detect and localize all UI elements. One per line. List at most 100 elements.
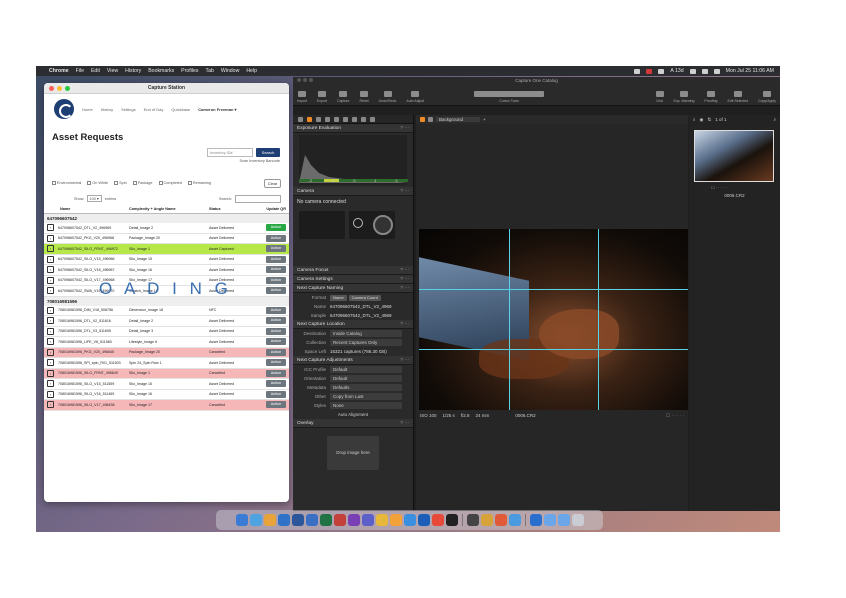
help-icon[interactable]: ? ⋯ xyxy=(400,320,409,328)
add-icon[interactable]: + xyxy=(483,117,486,122)
table-search-input[interactable] xyxy=(235,194,281,203)
visibility-icon[interactable]: ◉ xyxy=(700,117,704,123)
chrome-icon[interactable] xyxy=(494,514,507,526)
thumbnail-rating[interactable]: ☐ · · · · · xyxy=(711,185,727,190)
table-row[interactable]: › 708016981596_SILO_V16_511469 Silo_Image … xyxy=(44,390,289,400)
user-menu[interactable]: Cameron Freeman ▾ xyxy=(198,107,236,112)
column-name[interactable]: Name xyxy=(47,207,129,211)
camera-header[interactable]: Camera ? ⋯ xyxy=(293,187,413,196)
search-button[interactable]: Search xyxy=(256,148,280,157)
nav-end-of-day[interactable]: End of Day xyxy=(144,107,164,112)
camera-focus-header[interactable]: Camera Focus ? ⋯ xyxy=(293,266,413,275)
exposure-tab-icon[interactable] xyxy=(334,116,339,122)
downloads-icon[interactable] xyxy=(529,514,542,526)
action-button[interactable]: Action xyxy=(266,255,286,263)
color-tab-icon[interactable] xyxy=(325,116,330,122)
onenote-icon[interactable] xyxy=(347,514,360,526)
action-button[interactable]: Action xyxy=(266,234,286,242)
menu-view[interactable]: View xyxy=(107,68,118,74)
auto-adjust-button[interactable]: Auto Adjust xyxy=(406,91,424,103)
undo-redo-button[interactable]: Undo/Redo xyxy=(379,91,396,103)
nav-history[interactable]: History xyxy=(101,107,113,112)
help-icon[interactable]: ? ⋯ xyxy=(400,356,409,364)
clear-button[interactable]: Clear xyxy=(264,178,281,188)
collection-select[interactable]: Recent Captures Only xyxy=(330,339,402,346)
menu-app-name[interactable]: Chrome xyxy=(49,68,69,74)
table-row[interactable]: › 708016981596_SILO_V15_511559 Silo_Image … xyxy=(44,379,289,390)
other-select[interactable]: Copy from Last xyxy=(330,393,402,400)
word-icon[interactable] xyxy=(291,514,304,526)
token-camera-count[interactable]: Camera Count xyxy=(348,294,381,301)
token-name[interactable]: Name xyxy=(330,294,347,301)
expand-icon[interactable]: › xyxy=(47,224,54,232)
menu-history[interactable]: History xyxy=(125,68,141,74)
exposure-warning-button[interactable]: Exp. Warning xyxy=(674,91,694,103)
app-icon[interactable] xyxy=(403,514,416,526)
filter-package[interactable]: Package xyxy=(132,181,153,185)
checkbox[interactable] xyxy=(87,181,92,185)
minimize-icon[interactable] xyxy=(303,78,307,82)
action-button[interactable]: Action xyxy=(266,390,286,398)
expand-icon[interactable]: › xyxy=(47,317,54,325)
finder-icon[interactable] xyxy=(235,514,248,526)
table-row[interactable]: › 708016981596_SILO_V17_496438 Silo_Image … xyxy=(44,400,289,411)
nav-quickbase[interactable]: Quickbase xyxy=(171,107,190,112)
table-row[interactable]: › 708016981596_DTL_V2_511616 Detail_Image … xyxy=(44,316,289,327)
menu-tab[interactable]: Tab xyxy=(205,68,213,74)
table-row[interactable]: › 647096607542_SILO_V15_496966 Silo_Image … xyxy=(44,255,289,265)
background-select[interactable]: Background xyxy=(436,117,480,122)
search-icon[interactable]: ⌕ xyxy=(693,117,696,122)
table-row[interactable]: › 708016981596_SPI_spin_R01_511503 Spin 24… xyxy=(44,358,289,369)
metadata-select[interactable]: Defaults xyxy=(330,384,402,391)
details-tab-icon[interactable] xyxy=(343,116,348,122)
control-center-icon[interactable] xyxy=(713,68,720,74)
expand-icon[interactable]: › xyxy=(47,338,54,346)
table-row[interactable]: › 708016981596_PKG_V20_496645 Package_Imag… xyxy=(44,347,289,358)
table-row[interactable]: › 647096607542_PKG_V20_496968 Package_Imag… xyxy=(44,234,289,244)
help-icon[interactable]: ? ⋯ xyxy=(400,284,409,292)
table-row[interactable]: › 647096607542_SILO_FRNT_496972 Silo_Image… xyxy=(44,244,289,255)
overlay-header[interactable]: Overlay ? ⋯ xyxy=(293,419,413,428)
action-button[interactable]: Action xyxy=(266,306,286,314)
folder-icon[interactable] xyxy=(543,514,556,526)
capture-one-icon[interactable] xyxy=(466,514,479,526)
status-icon[interactable] xyxy=(634,68,641,74)
entries-select[interactable]: 100 ▾ xyxy=(86,195,102,202)
edit-selected-button[interactable]: Edit Selected xyxy=(727,91,748,103)
status-icon[interactable] xyxy=(658,68,665,74)
destination-select[interactable]: Inside Catalog xyxy=(330,330,402,337)
table-row[interactable]: › 708016981596_DIM_V18_508756 Dimension_Im… xyxy=(44,306,289,316)
help-icon[interactable]: ? ⋯ xyxy=(400,419,409,427)
checkbox[interactable] xyxy=(52,181,56,185)
menu-window[interactable]: Window xyxy=(221,68,239,74)
disk-status[interactable]: A 13d xyxy=(670,68,683,74)
copy-apply-button[interactable]: Copy/Apply xyxy=(758,91,776,103)
cursor-tools[interactable]: Cursor Tools xyxy=(474,91,545,103)
outlook-icon[interactable] xyxy=(305,514,318,526)
exposure-evaluation-header[interactable]: Exposure Evaluation ? ⋯ xyxy=(293,124,413,133)
expand-icon[interactable]: › xyxy=(47,306,54,314)
column-status[interactable]: Status xyxy=(209,207,245,211)
action-button[interactable]: Action xyxy=(266,369,286,377)
action-button[interactable]: Action xyxy=(266,338,286,346)
checkbox[interactable] xyxy=(158,181,163,185)
lens-tab-icon[interactable] xyxy=(316,116,321,122)
checkbox[interactable] xyxy=(187,181,192,185)
help-icon[interactable]: ? ⋯ xyxy=(400,124,409,132)
filter-remaining[interactable]: Remaining xyxy=(187,181,211,185)
action-button[interactable]: Action xyxy=(266,245,286,253)
proofing-button[interactable]: Proofing xyxy=(704,91,717,103)
minimize-icon[interactable] xyxy=(57,86,62,91)
captured-photo[interactable] xyxy=(419,229,688,410)
nav-home[interactable]: Home xyxy=(82,107,93,112)
app-icon[interactable] xyxy=(389,514,402,526)
column-angle[interactable]: Complexity + Angle Name xyxy=(129,207,209,211)
shutter-button[interactable] xyxy=(373,215,393,235)
expand-icon[interactable]: › xyxy=(47,327,54,335)
action-button[interactable]: Action xyxy=(266,359,286,367)
expand-icon[interactable]: › xyxy=(47,234,54,242)
checkbox[interactable] xyxy=(114,181,119,185)
action-button[interactable]: Action xyxy=(266,317,286,325)
app-icon[interactable] xyxy=(480,514,493,526)
layers-tab-icon[interactable] xyxy=(352,116,357,122)
